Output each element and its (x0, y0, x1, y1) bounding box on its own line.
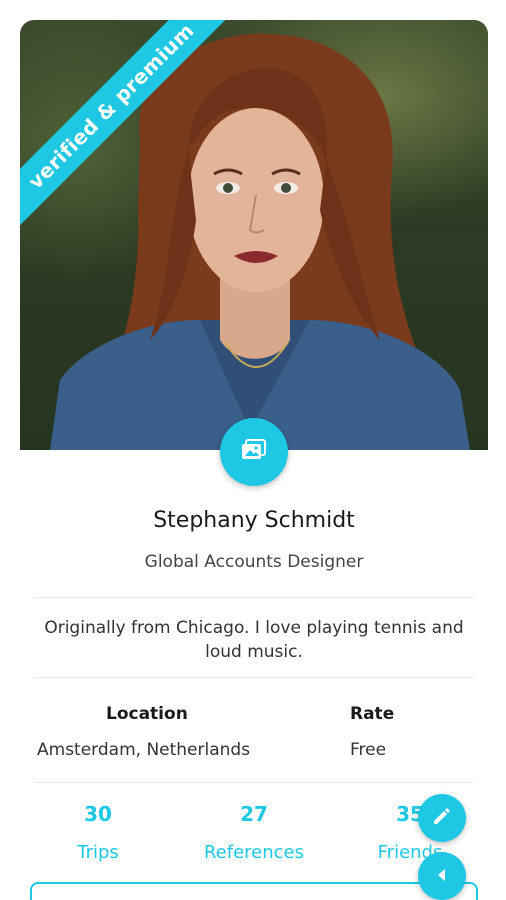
back-fab[interactable] (418, 852, 466, 900)
job-title: Global Accounts Designer (144, 552, 364, 572)
pencil-icon (431, 805, 453, 831)
rate-value: Free (350, 740, 387, 760)
divider (34, 677, 474, 678)
trips-label[interactable]: Trips (38, 842, 158, 863)
badge-ribbon: verified & premium (20, 20, 250, 250)
verified-premium-badge: verified & premium (20, 20, 242, 237)
references-label[interactable]: References (194, 842, 314, 863)
divider (34, 782, 474, 783)
trips-count[interactable]: 30 (48, 802, 148, 826)
bio-text: Originally from Chicago. I love playing … (44, 618, 464, 662)
references-count[interactable]: 27 (194, 802, 314, 826)
gallery-icon (241, 439, 267, 465)
profile-card: verified & premium Stephany Schmidt Glob… (20, 20, 488, 900)
gallery-button[interactable] (220, 418, 288, 486)
left-triangle-icon (435, 867, 449, 886)
divider (34, 597, 474, 598)
profile-photo: verified & premium (20, 20, 488, 450)
contact-button[interactable] (30, 882, 478, 900)
profile-name: Stephany Schmidt (153, 508, 355, 533)
rate-label: Rate (350, 704, 395, 724)
location-label: Location (106, 704, 188, 724)
location-value: Amsterdam, Netherlands (37, 740, 251, 760)
edit-fab[interactable] (418, 794, 466, 842)
